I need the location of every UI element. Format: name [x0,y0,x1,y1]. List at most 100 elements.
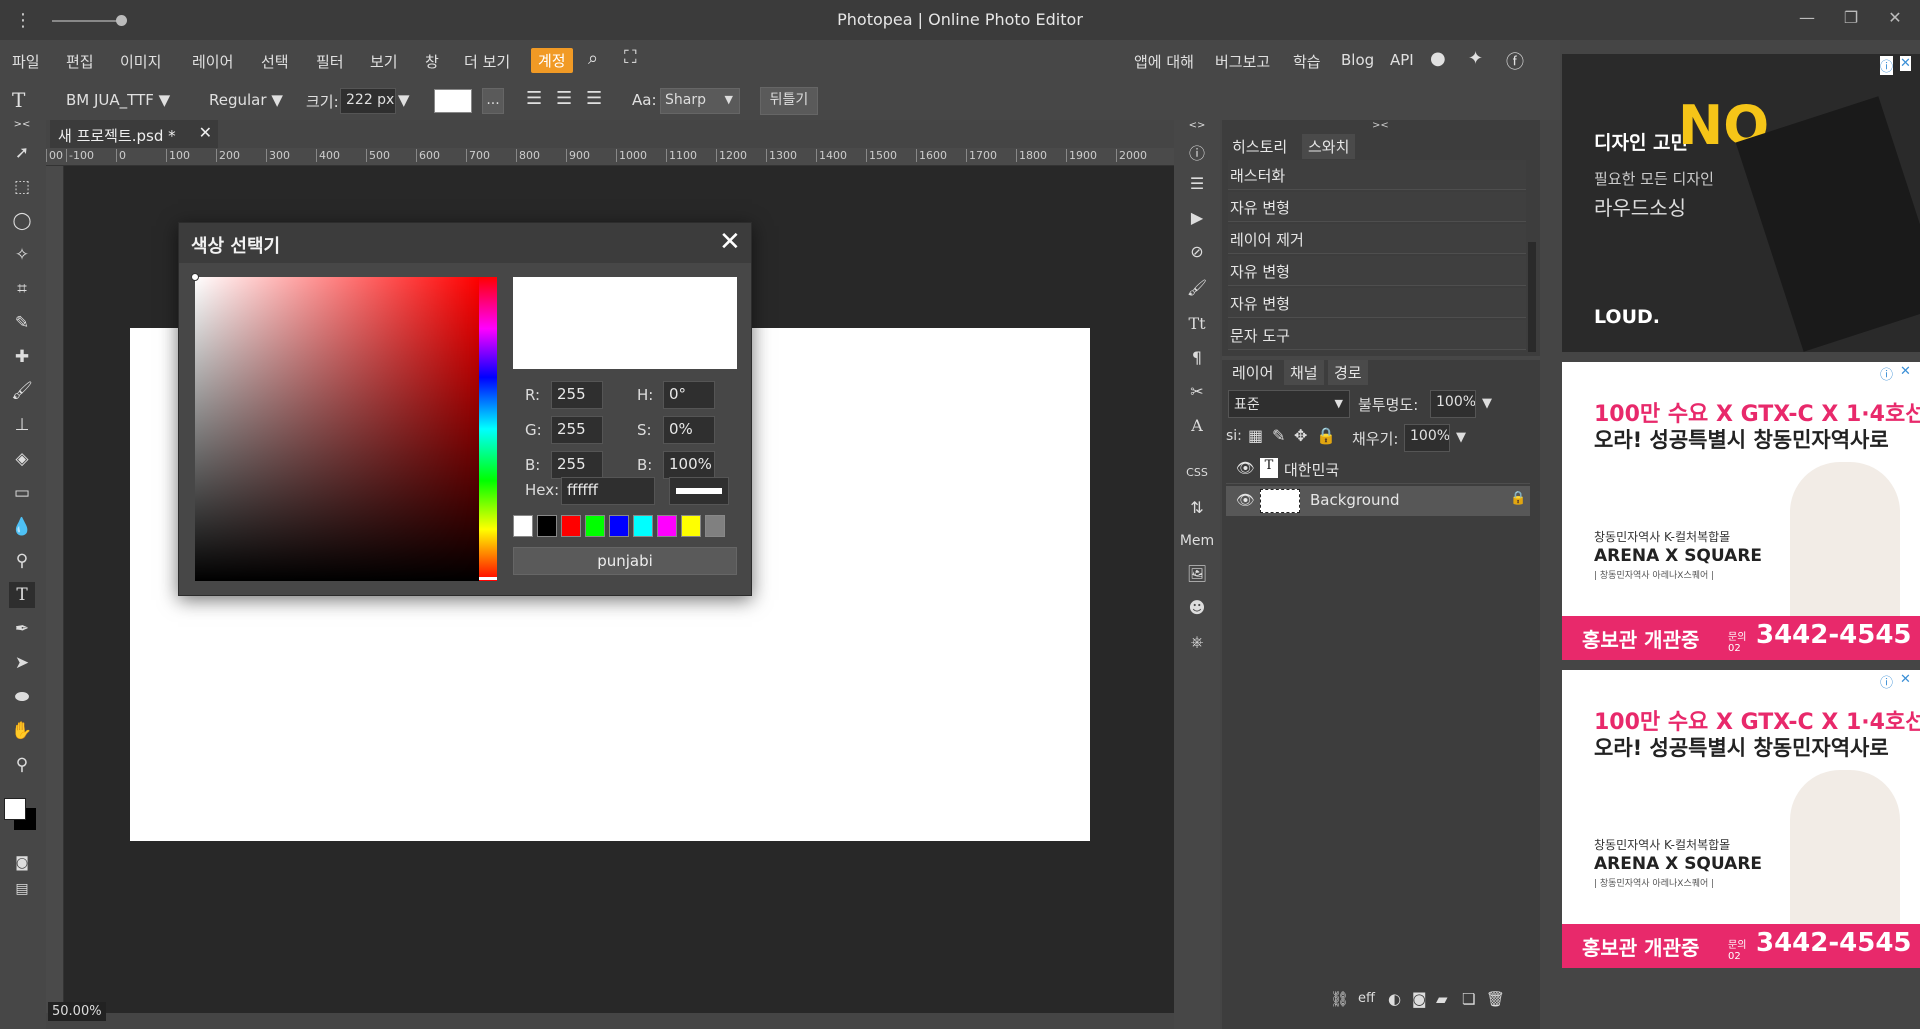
emoji-icon[interactable]: ☻ [1182,598,1212,617]
menu-more[interactable]: 더 보기 [464,51,510,72]
move-tool-icon[interactable]: ➚ [9,140,35,166]
pen-tool-icon[interactable]: ✒ [9,616,35,642]
history-item[interactable]: 래스터화 [1228,160,1526,190]
ad-banner-arena-1[interactable]: 100만 수요 X GTX-C X 1·4호선 오라! 성공특별시 창동민자역사… [1562,362,1920,660]
link-layers-icon[interactable]: ⛓ [1330,990,1349,1008]
tab-layers[interactable]: 레이어 [1226,360,1280,385]
lasso-tool-icon[interactable]: ◯ [9,208,35,234]
menu-image[interactable]: 이미지 [120,51,161,72]
font-style-select[interactable]: Regular ▼ [209,91,283,109]
eraser-tool-icon[interactable]: ◈ [9,446,35,472]
ad-info-icon[interactable]: ⓘ [1880,56,1894,75]
search-icon[interactable]: ⌕ [588,48,598,69]
hue-slider-handle[interactable] [479,577,497,580]
delete-layer-icon[interactable]: 🗑 [1486,990,1505,1008]
lock-move-icon[interactable]: ✥ [1294,426,1307,445]
s-input[interactable]: 0% [663,416,715,444]
eye-icon[interactable]: 👁 [1236,491,1255,509]
quick-mask-icon[interactable]: ◙ [9,850,35,876]
menu-layer[interactable]: 레이어 [192,51,233,72]
close-tab-icon[interactable]: ✕ [199,123,212,142]
g-input[interactable]: 255 [551,416,603,444]
layer-row-background[interactable]: 👁 Background 🔒 [1226,486,1530,516]
marquee-tool-icon[interactable]: ⬚ [9,174,35,200]
facebook-icon[interactable]: ⓕ [1506,48,1524,74]
ad-close-icon[interactable]: ✕ [1900,56,1911,71]
3d-icon[interactable]: ⎈ [1182,632,1212,652]
history-item[interactable]: 자유 변형 [1228,192,1526,222]
saturation-value-field[interactable] [195,277,479,581]
new-group-icon[interactable]: ▰ [1436,990,1448,1008]
brush-tool-icon[interactable]: 🖌 [9,378,35,404]
color-swatch[interactable] [537,515,557,537]
zoom-tool-icon[interactable]: ⚲ [9,752,35,778]
actions-icon[interactable]: ▶ [1182,208,1212,227]
b-input[interactable]: 255 [551,451,603,479]
gradient-tool-icon[interactable]: ▭ [9,480,35,506]
close-dialog-button[interactable]: ✕ [719,227,741,257]
opacity-input[interactable]: 100% [1430,390,1476,418]
healing-tool-icon[interactable]: ✚ [9,344,35,370]
warp-button[interactable]: 뒤틀기 [760,87,818,115]
collapse-strip-icon[interactable]: <> [1182,120,1212,131]
eye-icon[interactable]: 👁 [1236,459,1255,477]
menu-filter[interactable]: 필터 [316,51,344,72]
r-input[interactable]: 255 [551,381,603,409]
hand-tool-icon[interactable]: ✋ [9,718,35,744]
adjustments-icon[interactable]: ☰ [1182,174,1212,193]
reddit-icon[interactable]: ● [1430,48,1446,69]
h-input[interactable]: 0° [663,381,715,409]
eyedropper-tool-icon[interactable]: ✎ [9,310,35,336]
eyedropper-swatch-box[interactable] [669,477,729,505]
magic-wand-tool-icon[interactable]: ✧ [9,242,35,268]
dodge-tool-icon[interactable]: ⚲ [9,548,35,574]
punjabi-button[interactable]: punjabi [513,547,737,575]
minimize-button[interactable]: — [1792,8,1822,27]
fill-dropdown-icon[interactable]: ▼ [1456,430,1466,445]
font-family-select[interactable]: BM JUA_TTF ▼ [66,91,170,109]
history-item[interactable]: 문자 도구 [1228,320,1526,350]
color-swatch[interactable] [633,515,653,537]
brightness-input[interactable]: 100% [663,451,715,479]
link-about[interactable]: 앱에 대해 [1134,51,1194,72]
layer-effects-button[interactable]: eff [1358,991,1375,1006]
color-swatch[interactable] [705,515,725,537]
color-swatch[interactable] [657,515,677,537]
color-swatch[interactable] [585,515,605,537]
fill-input[interactable]: 100% [1404,424,1450,452]
layer-mask-icon[interactable]: ◙ [1412,990,1427,1008]
ad-close-icon[interactable]: ✕ [1900,672,1911,687]
lock-transparency-icon[interactable]: ▦ [1248,426,1263,445]
tab-history[interactable]: 히스토리 [1226,134,1294,159]
tools-settings-icon[interactable]: ✂ [1182,382,1212,401]
menu-edit[interactable]: 편집 [66,51,94,72]
collapse-panel-icon[interactable]: >< [1372,120,1389,131]
ad-info-icon[interactable]: ⓘ [1880,364,1893,383]
type-tool-button[interactable]: T [9,582,35,608]
stamp-tool-icon[interactable]: ⊥ [9,412,35,438]
adjustment-layer-icon[interactable]: ◐ [1388,990,1401,1008]
fullscreen-icon[interactable]: ⛶ [624,47,637,68]
link-api[interactable]: API [1390,51,1414,69]
history-item[interactable]: 레이어 제거 [1228,224,1526,254]
history-item[interactable]: 자유 변형 [1228,288,1526,318]
menu-file[interactable]: 파일 [12,51,40,72]
close-window-button[interactable]: ✕ [1880,8,1910,27]
lock-all-icon[interactable]: 🔒 [1316,426,1336,445]
twitter-icon[interactable]: ✦ [1468,48,1483,69]
font-size-dropdown-icon[interactable]: ▼ [398,91,410,109]
brush-settings-icon[interactable]: 🖌 [1182,278,1212,297]
color-swatch[interactable] [681,515,701,537]
foreground-color-swatch[interactable] [4,798,26,820]
ellipse-tool-icon[interactable]: ⬬ [9,684,35,710]
align-right-icon[interactable]: ☰ [586,88,602,109]
antialias-select[interactable]: Sharp ▼ [660,88,740,114]
link-blog[interactable]: Blog [1341,51,1374,69]
new-layer-icon[interactable]: ❏ [1462,990,1475,1008]
layer-row-text[interactable]: 👁 T 대한민국 [1226,454,1530,484]
ad-close-icon[interactable]: ✕ [1900,364,1911,379]
menu-select[interactable]: 선택 [261,51,289,72]
menu-account[interactable]: 계정 [531,48,573,73]
document-tab[interactable]: 새 프로젝트.psd * ✕ [50,120,218,148]
menu-window[interactable]: 창 [425,51,439,72]
